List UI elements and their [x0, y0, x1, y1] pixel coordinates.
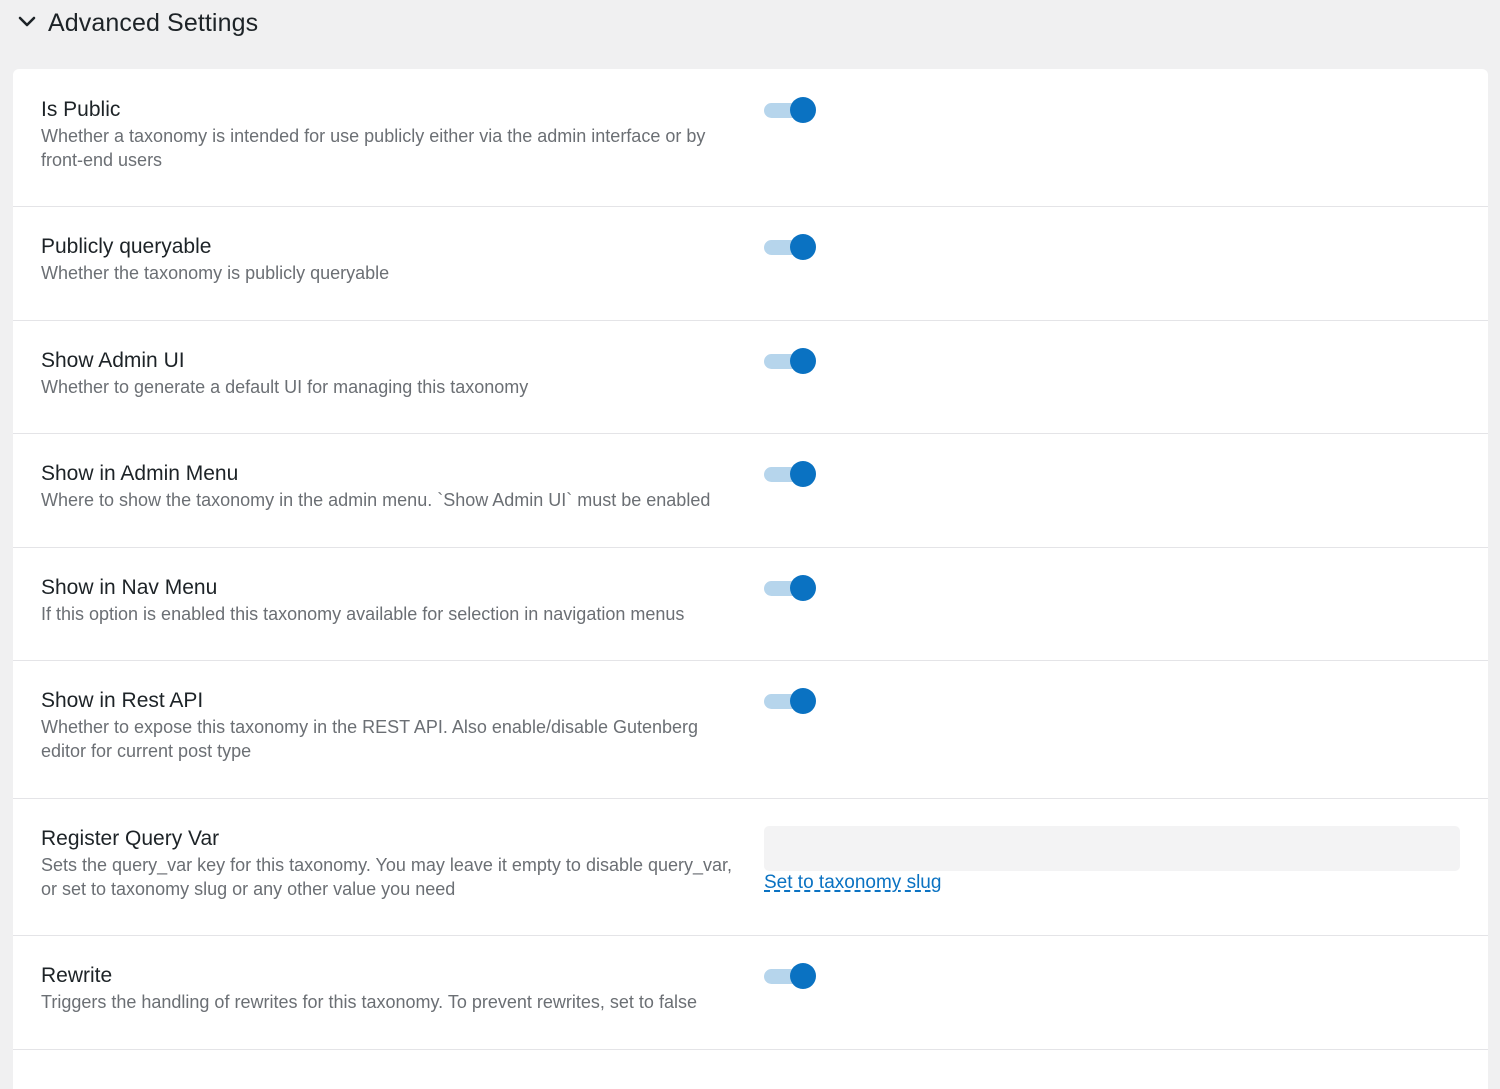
setting-description: Triggers the handling of rewrites for th… — [41, 992, 697, 1012]
setting-description: Whether to expose this taxonomy in the R… — [41, 717, 699, 761]
setting-label: Publicly queryable — [41, 235, 212, 258]
publicly-queryable-toggle[interactable] — [764, 234, 816, 260]
setting-description: If this option is enabled this taxonomy … — [41, 604, 685, 624]
setting-label: Is Public — [41, 98, 121, 121]
advanced-settings-header[interactable]: Advanced Settings — [0, 0, 1500, 46]
setting-row-publicly-queryable: Publicly queryable Whether the taxonomy … — [13, 207, 1488, 321]
setting-label: Show in Nav Menu — [41, 576, 218, 599]
toggle-knob — [790, 348, 816, 374]
toggle-knob — [790, 461, 816, 487]
setting-label: Show in Rest API — [41, 689, 204, 712]
is-public-toggle[interactable] — [764, 97, 816, 123]
setting-row-is-public: Is Public Whether a taxonomy is intended… — [13, 69, 1488, 207]
setting-row-rewrite: Rewrite Triggers the handling of rewrite… — [13, 936, 1488, 1050]
chevron-down-icon[interactable] — [17, 12, 37, 32]
toggle-knob — [790, 575, 816, 601]
setting-label: Show in Admin Menu — [41, 462, 239, 485]
toggle-knob — [790, 97, 816, 123]
toggle-knob — [790, 688, 816, 714]
setting-row-show-in-nav-menu: Show in Nav Menu If this option is enabl… — [13, 548, 1488, 661]
show-in-admin-menu-toggle[interactable] — [764, 461, 816, 487]
settings-panel: Is Public Whether a taxonomy is intended… — [13, 69, 1488, 1089]
setting-description: Sets the query_var key for this taxonomy… — [41, 855, 733, 899]
set-to-taxonomy-slug-link[interactable]: Set to taxonomy slug — [764, 871, 941, 895]
show-in-nav-menu-toggle[interactable] — [764, 575, 816, 601]
toggle-knob — [790, 963, 816, 989]
show-in-rest-api-toggle[interactable] — [764, 688, 816, 714]
toggle-knob — [790, 234, 816, 260]
setting-description: Whether to generate a default UI for man… — [41, 377, 529, 397]
setting-description: Whether the taxonomy is publicly queryab… — [41, 263, 390, 283]
query-var-input[interactable] — [764, 826, 1460, 871]
setting-label: Register Query Var — [41, 827, 220, 850]
setting-row-register-query-var: Register Query Var Sets the query_var ke… — [13, 799, 1488, 936]
show-admin-ui-toggle[interactable] — [764, 348, 816, 374]
setting-label: Show Admin UI — [41, 349, 185, 372]
setting-description: Whether a taxonomy is intended for use p… — [41, 126, 706, 170]
setting-row-show-in-rest-api: Show in Rest API Whether to expose this … — [13, 661, 1488, 799]
setting-row-show-in-admin-menu: Show in Admin Menu Where to show the tax… — [13, 434, 1488, 548]
setting-description: Where to show the taxonomy in the admin … — [41, 490, 711, 510]
setting-label: Rewrite — [41, 964, 113, 987]
setting-row-show-admin-ui: Show Admin UI Whether to generate a defa… — [13, 321, 1488, 434]
rewrite-toggle[interactable] — [764, 963, 816, 989]
section-title: Advanced Settings — [48, 9, 259, 37]
